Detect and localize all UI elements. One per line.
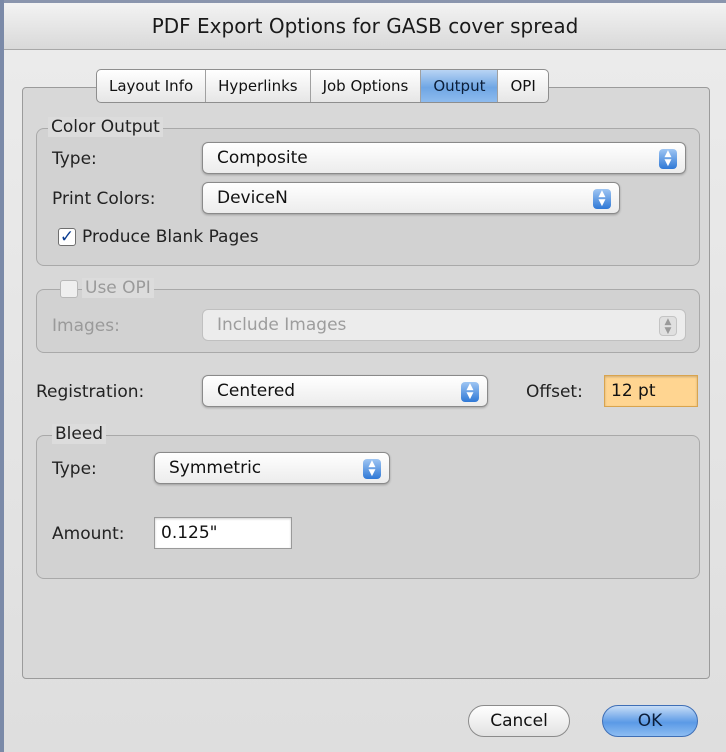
registration-select[interactable]: Centered ▲ ▼ xyxy=(202,375,488,407)
bleed-type-select[interactable]: Symmetric ▲ ▼ xyxy=(154,452,390,484)
bleed-type-label: Type: xyxy=(52,459,97,479)
color-output-legend: Color Output xyxy=(48,117,163,137)
offset-field[interactable]: 12 pt xyxy=(604,375,698,407)
tab-opi[interactable]: OPI xyxy=(498,70,547,102)
print-colors-select[interactable]: DeviceN ▲ ▼ xyxy=(202,182,620,214)
print-colors-label: Print Colors: xyxy=(52,189,156,209)
tab-bar: Layout Info Hyperlinks Job Options Outpu… xyxy=(96,69,549,103)
window-title: PDF Export Options for GASB cover spread xyxy=(4,3,726,50)
color-type-value: Composite xyxy=(217,148,308,168)
updown-arrows-icon: ▲ ▼ xyxy=(363,459,381,479)
ok-button[interactable]: OK xyxy=(602,705,698,737)
produce-blank-pages-checkbox[interactable]: ✓ xyxy=(58,228,76,246)
offset-label: Offset: xyxy=(526,382,583,402)
bleed-amount-label: Amount: xyxy=(52,524,125,544)
export-options-dialog: PDF Export Options for GASB cover spread… xyxy=(4,3,726,752)
print-colors-value: DeviceN xyxy=(217,188,288,208)
use-opi-legend: Use OPI xyxy=(82,278,154,298)
updown-arrows-icon: ▲ ▼ xyxy=(461,382,479,402)
registration-label: Registration: xyxy=(36,382,145,402)
opi-images-value: Include Images xyxy=(217,315,347,335)
opi-images-label: Images: xyxy=(52,316,120,336)
tab-layout-info[interactable]: Layout Info xyxy=(97,70,207,102)
opi-images-select[interactable]: Include Images ▲ ▼ xyxy=(202,309,686,341)
cancel-button[interactable]: Cancel xyxy=(468,705,570,737)
bleed-legend: Bleed xyxy=(52,424,107,444)
color-type-select[interactable]: Composite ▲ ▼ xyxy=(202,142,686,174)
updown-arrows-icon: ▲ ▼ xyxy=(659,316,677,336)
bleed-amount-field[interactable]: 0.125" xyxy=(154,517,292,549)
produce-blank-pages-label: Produce Blank Pages xyxy=(82,227,259,247)
bleed-type-value: Symmetric xyxy=(169,458,262,478)
registration-value: Centered xyxy=(217,381,296,401)
color-type-label: Type: xyxy=(52,149,97,169)
updown-arrows-icon: ▲ ▼ xyxy=(593,189,611,209)
tab-job-options[interactable]: Job Options xyxy=(311,70,422,102)
tab-hyperlinks[interactable]: Hyperlinks xyxy=(206,70,311,102)
updown-arrows-icon: ▲ ▼ xyxy=(659,149,677,169)
tab-output[interactable]: Output xyxy=(421,70,499,102)
use-opi-checkbox[interactable] xyxy=(60,280,78,298)
